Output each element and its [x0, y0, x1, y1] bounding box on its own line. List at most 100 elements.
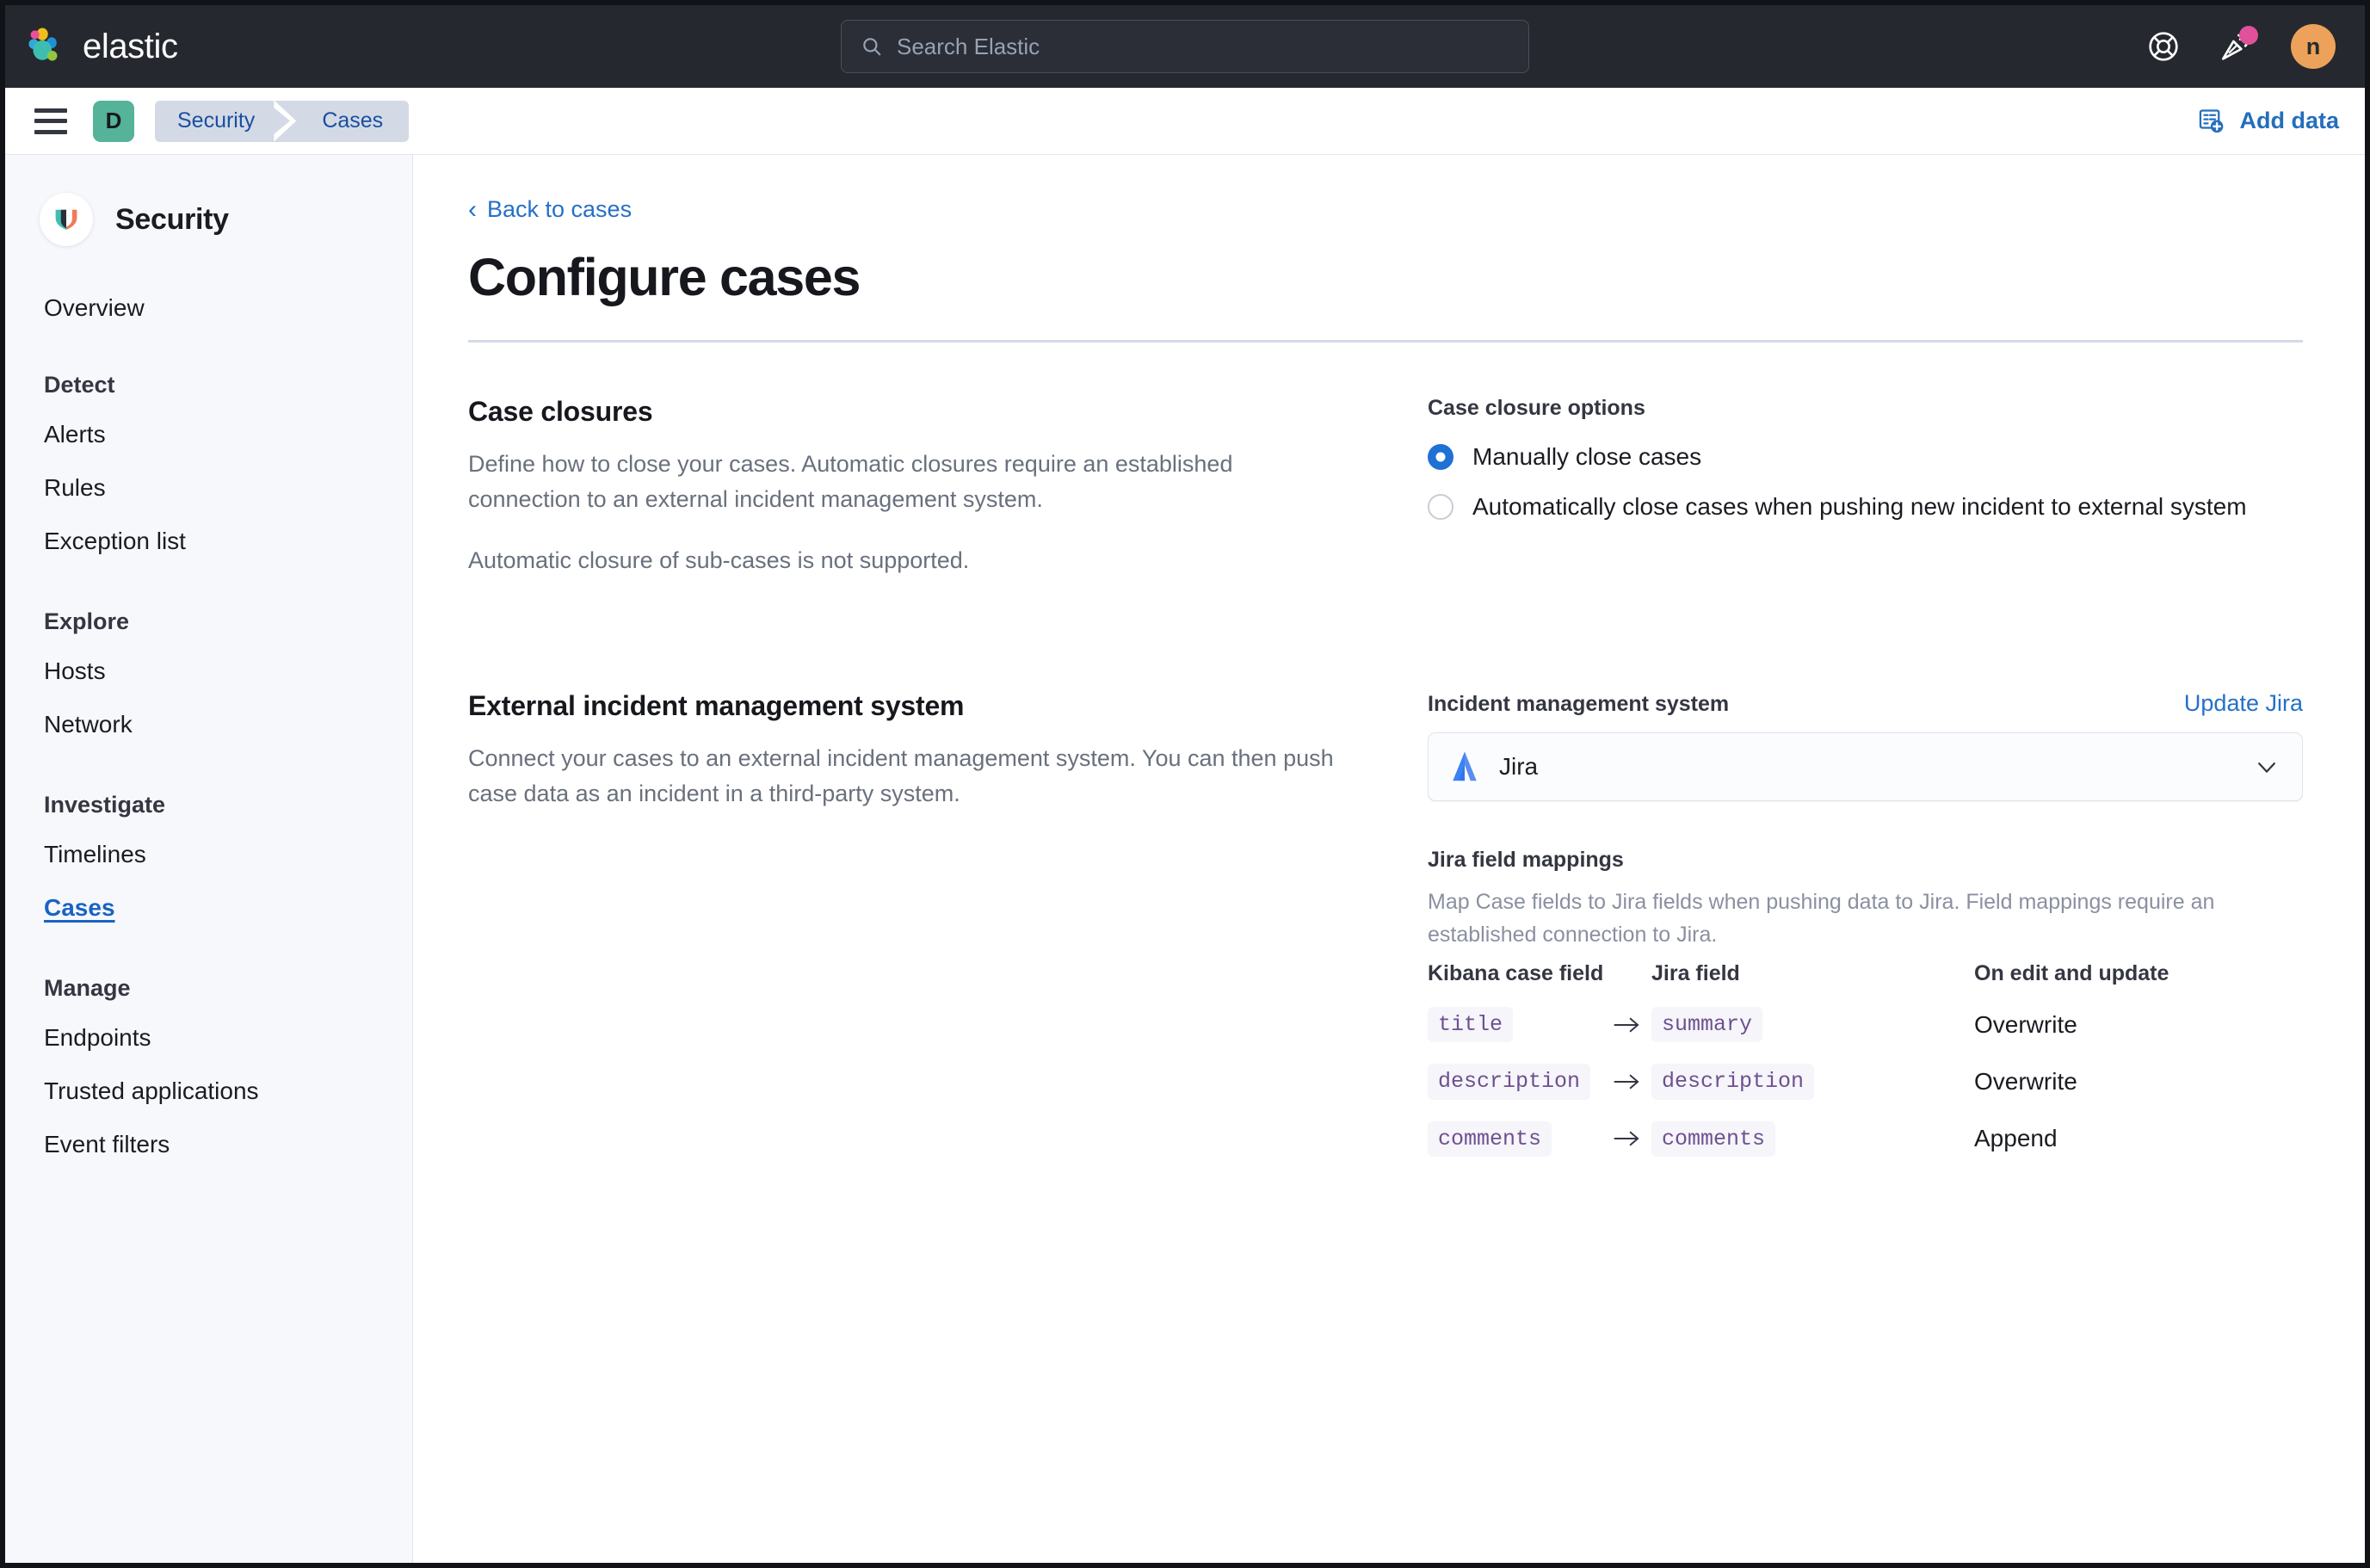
jira-field-mappings: Jira field mappings Map Case fields to J… [1428, 848, 2303, 1178]
radio-indicator-selected[interactable] [1428, 444, 1453, 470]
mappings-table: Kibana case field Jira field On edit and… [1428, 961, 2303, 1178]
radio-label-manually-close: Manually close cases [1472, 443, 1701, 471]
sidebar-nav: Overview Detect Alerts Rules Exception l… [5, 294, 412, 1158]
case-closures-description: Define how to close your cases. Automati… [468, 447, 1337, 517]
user-avatar[interactable]: n [2291, 24, 2336, 69]
case-closures-note: Automatic closure of sub-cases is not su… [468, 543, 1337, 578]
case-closures-heading: Case closures [468, 396, 1376, 428]
radio-indicator-unselected[interactable] [1428, 494, 1453, 520]
mappings-header-row: Kibana case field Jira field On edit and… [1428, 961, 2303, 1007]
breadcrumb-header: D Security Cases Add data [5, 88, 2365, 155]
mapping-target-cell: summary [1651, 1007, 1974, 1064]
external-system-heading: External incident management system [468, 690, 1376, 722]
mapping-target-cell: comments [1651, 1121, 1974, 1178]
mappings-col-jira-field: Jira field [1651, 961, 1974, 1007]
sidebar-app-title: Security [115, 203, 229, 237]
external-system-config-col: Incident management system Update Jira J… [1428, 690, 2303, 1178]
mapping-action-cell: Overwrite [1974, 1064, 2303, 1120]
breadcrumb-item-cases[interactable]: Cases [296, 101, 409, 142]
add-data-icon [2198, 108, 2225, 135]
radio-manually-close-cases[interactable]: Manually close cases [1428, 443, 2303, 471]
sidebar-group-detect: Detect Alerts Rules Exception list [44, 372, 412, 555]
sidebar-item-exception-list[interactable]: Exception list [44, 528, 186, 555]
announcement-icon[interactable] [2219, 29, 2253, 64]
mapping-source-cell: description [1428, 1064, 1613, 1120]
mappings-heading: Jira field mappings [1428, 848, 2303, 873]
case-closures-description-col: Case closures Define how to close your c… [468, 396, 1428, 578]
code-chip: title [1428, 1007, 1513, 1042]
external-system-description: Connect your cases to an external incide… [468, 741, 1337, 812]
hamburger-menu-icon[interactable] [34, 108, 67, 134]
sidebar-item-rules[interactable]: Rules [44, 474, 106, 502]
sidebar-item-hosts[interactable]: Hosts [44, 657, 106, 685]
global-topbar: elastic Search Elastic [5, 5, 2365, 88]
sidebar-divider-2 [44, 764, 412, 792]
chevron-left-icon: ‹ [468, 197, 477, 223]
space-badge[interactable]: D [93, 101, 134, 142]
radio-label-automatically-close: Automatically close cases when pushing n… [1472, 493, 2247, 521]
radio-automatically-close-cases[interactable]: Automatically close cases when pushing n… [1428, 493, 2303, 521]
connector-selected-value: Jira [1499, 753, 1538, 781]
sidebar-item-cases[interactable]: Cases [44, 894, 115, 922]
app-window: elastic Search Elastic [5, 5, 2365, 1563]
chevron-down-icon[interactable] [2254, 754, 2280, 780]
elastic-logo-icon [28, 27, 67, 66]
sidebar-group-manage: Manage Endpoints Trusted applications Ev… [44, 975, 412, 1158]
external-system-description-col: External incident management system Conn… [468, 690, 1428, 1178]
sidebar-divider-3 [44, 948, 412, 975]
add-data-button[interactable]: Add data [2198, 108, 2339, 135]
mapping-action-cell: Overwrite [1974, 1007, 2303, 1064]
sidebar: Security Overview Detect Alerts Rules Ex… [5, 155, 413, 1563]
sidebar-group-title-investigate: Investigate [44, 792, 412, 818]
page-title: Configure cases [468, 247, 2303, 307]
code-chip: comments [1428, 1121, 1552, 1157]
code-chip: description [1651, 1064, 1814, 1099]
code-chip: comments [1651, 1121, 1775, 1157]
arrow-right-icon [1613, 1014, 1642, 1036]
app-body: Security Overview Detect Alerts Rules Ex… [5, 155, 2365, 1563]
connector-select[interactable]: Jira [1428, 732, 2303, 801]
mapping-arrow-cell [1613, 1007, 1651, 1064]
sidebar-app-header: Security [5, 193, 412, 246]
section-external-system: External incident management system Conn… [468, 690, 2303, 1178]
breadcrumb: Security Cases [155, 101, 409, 142]
back-to-cases-link[interactable]: ‹ Back to cases [468, 196, 632, 223]
connector-label: Incident management system [1428, 692, 1729, 717]
sidebar-group-title-detect: Detect [44, 372, 412, 398]
arrow-right-icon [1613, 1071, 1642, 1093]
mapping-action-cell: Append [1974, 1121, 2303, 1178]
topbar-actions: n [2146, 24, 2336, 69]
sidebar-item-network[interactable]: Network [44, 711, 133, 738]
mapping-arrow-cell [1613, 1064, 1651, 1120]
sidebar-group-title-explore: Explore [44, 608, 412, 635]
sidebar-item-event-filters[interactable]: Event filters [44, 1131, 170, 1158]
elastic-brand[interactable]: elastic [28, 27, 178, 66]
code-chip: summary [1651, 1007, 1762, 1042]
global-search-placeholder: Search Elastic [897, 34, 1040, 60]
table-row: comments comment [1428, 1121, 2303, 1178]
title-divider [468, 340, 2303, 343]
sidebar-item-trusted-applications[interactable]: Trusted applications [44, 1077, 259, 1105]
sidebar-item-overview[interactable]: Overview [44, 294, 145, 322]
notification-dot [2239, 26, 2258, 45]
mapping-target-cell: description [1651, 1064, 1974, 1120]
search-icon [861, 35, 883, 58]
mapping-arrow-cell [1613, 1121, 1651, 1178]
global-search-input[interactable]: Search Elastic [841, 20, 1529, 73]
connector-label-row: Incident management system Update Jira [1428, 690, 2303, 717]
mappings-col-kibana-case-field: Kibana case field [1428, 961, 1613, 1007]
mappings-description: Map Case fields to Jira fields when push… [1428, 886, 2303, 951]
mappings-col-arrow-spacer [1613, 961, 1651, 1007]
sidebar-item-endpoints[interactable]: Endpoints [44, 1024, 151, 1052]
mappings-col-on-edit-and-update: On edit and update [1974, 961, 2303, 1007]
update-jira-link[interactable]: Update Jira [2184, 690, 2303, 717]
mapping-source-cell: comments [1428, 1121, 1613, 1178]
security-shield-icon [40, 193, 93, 246]
sidebar-item-alerts[interactable]: Alerts [44, 421, 106, 448]
breadcrumb-item-security[interactable]: Security [155, 101, 274, 142]
sidebar-item-timelines[interactable]: Timelines [44, 841, 146, 868]
table-row: description desc [1428, 1064, 2303, 1120]
lifebuoy-icon[interactable] [2146, 29, 2181, 64]
jira-logo-icon [1447, 750, 1482, 784]
add-data-label: Add data [2239, 108, 2339, 134]
